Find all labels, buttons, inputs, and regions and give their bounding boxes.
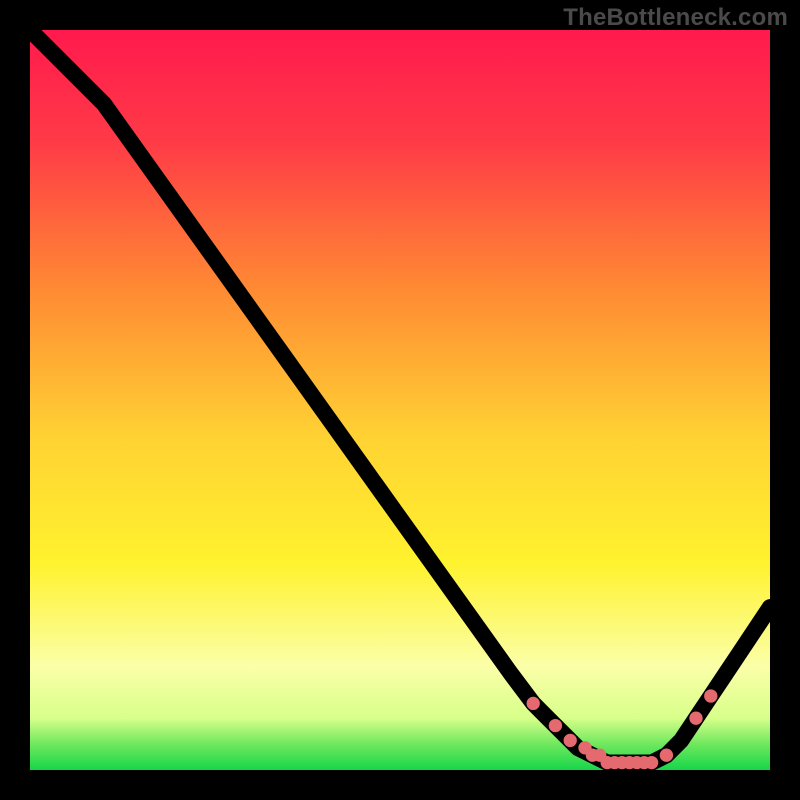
marker-point [564, 734, 577, 747]
marker-point [689, 712, 702, 725]
marker-point [660, 749, 673, 762]
chart-svg [30, 30, 770, 770]
bottleneck-curve [30, 30, 770, 763]
chart-frame: TheBottleneck.com [0, 0, 800, 800]
marker-point [549, 719, 562, 732]
marker-point [645, 756, 658, 769]
marker-point [704, 689, 717, 702]
plot-area [30, 30, 770, 770]
watermark-label: TheBottleneck.com [563, 4, 788, 32]
marker-point [527, 697, 540, 710]
